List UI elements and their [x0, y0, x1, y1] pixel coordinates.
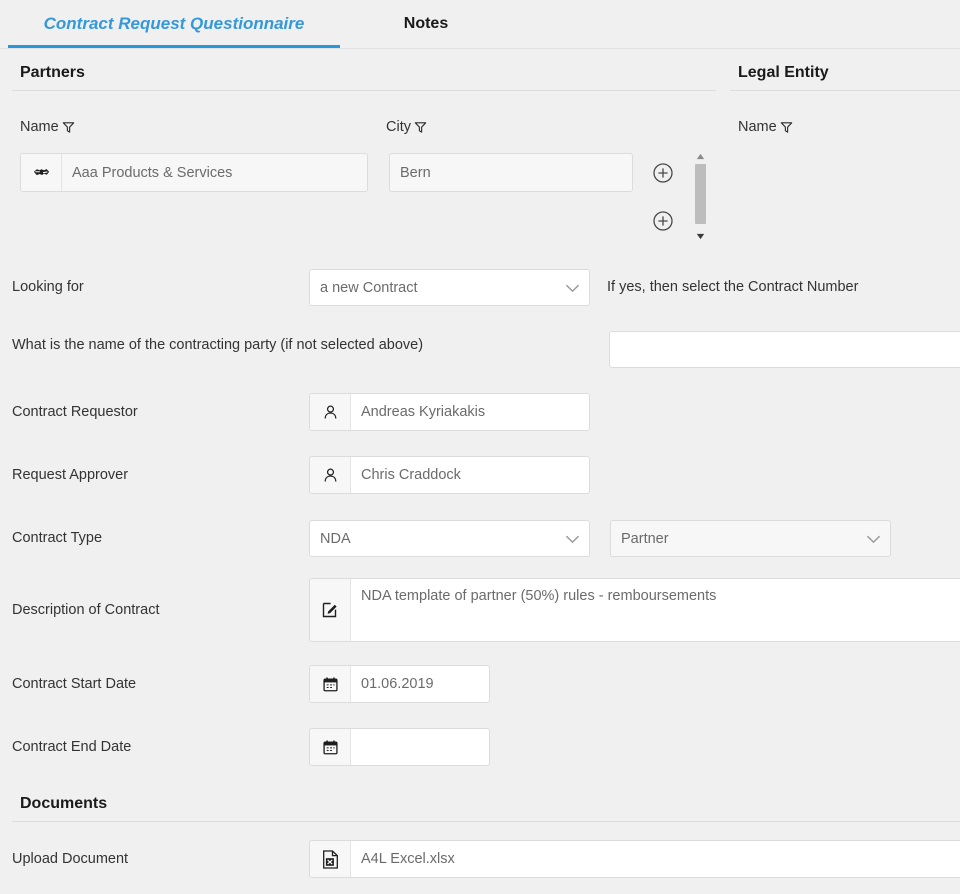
- label-request-approver: Request Approver: [12, 467, 128, 483]
- edit-note-icon: [310, 579, 351, 641]
- tab-label: Notes: [404, 15, 448, 33]
- column-label-legal-entity-name: Name: [738, 119, 794, 135]
- looking-for-value: a new Contract: [310, 270, 555, 305]
- handshake-icon: [21, 154, 62, 191]
- section-header-partners: Partners: [20, 64, 85, 82]
- filter-icon[interactable]: [413, 120, 428, 135]
- looking-for-dropdown[interactable]: a new Contract: [309, 269, 590, 306]
- label-contract-end-date: Contract End Date: [12, 739, 131, 755]
- section-rule-legal-entity: [730, 90, 960, 91]
- contract-requestor-value: Andreas Kyriakakis: [351, 394, 589, 430]
- request-approver-field[interactable]: Chris Craddock: [309, 456, 590, 494]
- section-header-documents: Documents: [20, 795, 107, 813]
- tab-notes[interactable]: Notes: [344, 0, 508, 48]
- description-of-contract-value: NDA template of partner (50%) rules - re…: [351, 579, 960, 641]
- contract-category-value: Partner: [611, 521, 856, 556]
- partner-city-value: Bern: [390, 154, 632, 191]
- chevron-down-icon[interactable]: [856, 521, 890, 556]
- label-contract-number: If yes, then select the Contract Number: [607, 279, 858, 295]
- contracting-party-value: [610, 332, 960, 348]
- tab-bar: Contract Request Questionnaire Notes: [0, 0, 960, 51]
- contract-category-dropdown[interactable]: Partner: [610, 520, 891, 557]
- label-upload-document: Upload Document: [12, 851, 128, 867]
- request-approver-value: Chris Craddock: [351, 457, 589, 493]
- add-partner-row-button[interactable]: [652, 162, 674, 184]
- filter-icon[interactable]: [61, 120, 76, 135]
- tab-label: Contract Request Questionnaire: [44, 14, 305, 34]
- column-label-partner-city: City: [386, 119, 428, 135]
- chevron-down-icon[interactable]: [555, 521, 589, 556]
- section-rule-partners: [12, 90, 716, 91]
- upload-document-value: A4L Excel.xlsx: [351, 841, 960, 877]
- contract-start-date-field[interactable]: 01.06.2019: [309, 665, 490, 703]
- contracting-party-input[interactable]: [609, 331, 960, 368]
- section-rule-documents: [12, 821, 960, 822]
- partner-city-field[interactable]: Bern: [389, 153, 633, 192]
- tab-active-underline: [8, 45, 340, 48]
- label-looking-for: Looking for: [12, 279, 84, 295]
- caret-up-icon[interactable]: [692, 150, 709, 162]
- label-contract-type: Contract Type: [12, 530, 102, 546]
- contract-end-date-value: [351, 729, 489, 765]
- contract-type-dropdown[interactable]: NDA: [309, 520, 590, 557]
- partner-name-field[interactable]: Aaa Products & Services: [20, 153, 368, 192]
- column-label-text: City: [386, 119, 411, 135]
- person-icon: [310, 457, 351, 493]
- description-of-contract-field[interactable]: NDA template of partner (50%) rules - re…: [309, 578, 960, 642]
- contract-end-date-field[interactable]: [309, 728, 490, 766]
- column-label-text: Name: [20, 119, 59, 135]
- tab-contract-request-questionnaire[interactable]: Contract Request Questionnaire: [8, 0, 340, 48]
- column-label-partner-name: Name: [20, 119, 76, 135]
- contract-requestor-field[interactable]: Andreas Kyriakakis: [309, 393, 590, 431]
- excel-file-icon: [310, 841, 351, 877]
- partner-name-value: Aaa Products & Services: [62, 154, 367, 191]
- caret-down-icon[interactable]: [692, 230, 709, 242]
- label-description-of-contract: Description of Contract: [12, 602, 159, 618]
- contract-type-value: NDA: [310, 521, 555, 556]
- person-icon: [310, 394, 351, 430]
- section-header-legal-entity: Legal Entity: [738, 64, 829, 82]
- contract-request-form-page: Contract Request Questionnaire Notes Par…: [0, 0, 960, 894]
- calendar-icon[interactable]: [310, 666, 351, 702]
- calendar-icon[interactable]: [310, 729, 351, 765]
- scrollbar-thumb[interactable]: [695, 164, 706, 224]
- tab-bar-baseline: [0, 48, 960, 49]
- column-label-text: Name: [738, 119, 777, 135]
- label-contract-start-date: Contract Start Date: [12, 676, 136, 692]
- chevron-down-icon[interactable]: [555, 270, 589, 305]
- contract-start-date-value: 01.06.2019: [351, 666, 489, 702]
- label-contract-requestor: Contract Requestor: [12, 404, 138, 420]
- partners-vertical-scrollbar[interactable]: [692, 150, 709, 242]
- label-contracting-party: What is the name of the contracting part…: [12, 337, 423, 353]
- upload-document-field[interactable]: A4L Excel.xlsx: [309, 840, 960, 878]
- filter-icon[interactable]: [779, 120, 794, 135]
- add-legal-entity-row-button[interactable]: [652, 210, 674, 232]
